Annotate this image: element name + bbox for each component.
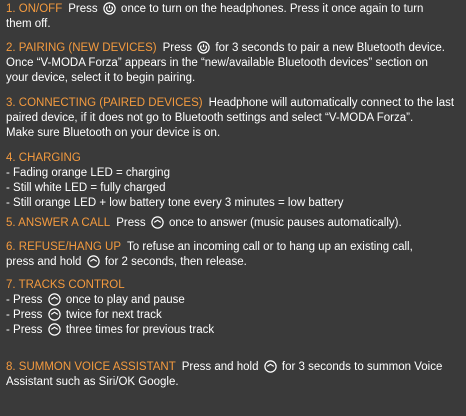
list-item-prefix: - Press (6, 309, 43, 321)
list-item: - Press once to play and pause (6, 293, 458, 308)
section-text: once to answer (music pauses automatical… (169, 217, 402, 229)
section-heading: 3. CONNECTING (PAIRED DEVICES) (6, 97, 203, 109)
list-item-prefix: - Press (6, 324, 43, 336)
multifunction-button-icon (47, 308, 61, 321)
section-heading: 1. ON/OFF (6, 3, 63, 15)
list-item: - Press twice for next track (6, 308, 458, 323)
section-text: Press (116, 217, 146, 229)
multifunction-button-icon (47, 323, 61, 336)
section-refuse-hang-up: 6. REFUSE/HANG UP To refuse an incoming c… (6, 240, 458, 270)
list-item: - Press three times for previous track (6, 323, 458, 338)
section-text: for 3 seconds to pair a new Bluetooth de… (215, 42, 445, 54)
section-text: Press (68, 3, 98, 15)
section-tracks-control: 7. TRACKS CONTROL - Press once to play a… (6, 278, 458, 338)
section-text: your device, select it to begin pairing. (6, 72, 196, 84)
section-heading: 7. TRACKS CONTROL (6, 279, 125, 291)
section-text: for 2 seconds, then release. (104, 256, 247, 268)
section-text: Headphone will automatically connect to … (208, 97, 455, 109)
section-text: paired device, if it does not go to Blue… (6, 112, 414, 124)
section-pairing: 2. PAIRING (NEW DEVICES) Press for 3 seco… (6, 41, 458, 86)
section-text: Make sure Bluetooth on your device is on… (6, 127, 221, 139)
section-heading: 4. CHARGING (6, 152, 81, 164)
multifunction-button-icon (151, 216, 164, 229)
section-text: for 3 seconds to summon Voice (281, 361, 443, 373)
section-charging: 4. CHARGING - Fading orange LED = chargi… (6, 151, 458, 211)
section-text: Once “V-MODA Forza” appears in the “new/… (6, 57, 428, 69)
section-text: Press (162, 42, 192, 54)
power-button-icon (197, 41, 210, 54)
section-heading: 5. ANSWER A CALL (6, 217, 111, 229)
section-heading: 2. PAIRING (NEW DEVICES) (6, 42, 157, 54)
list-item-prefix: - Press (6, 294, 43, 306)
section-answer-call: 5. ANSWER A CALL Press once to answer (mu… (6, 216, 458, 231)
section-text: once to turn on the headphones. Press it… (121, 3, 424, 15)
section-heading: 6. REFUSE/HANG UP (6, 241, 122, 253)
section-connecting: 3. CONNECTING (PAIRED DEVICES) Headphone … (6, 96, 458, 141)
list-item: - Still orange LED + low battery tone ev… (6, 197, 344, 209)
list-item-text: twice for next track (65, 309, 162, 321)
section-on-off: 1. ON/OFF Press once to turn on the headp… (6, 2, 458, 32)
section-text: Press and hold (181, 361, 259, 373)
list-item-text: once to play and pause (65, 294, 185, 306)
section-text: them off. (6, 18, 51, 30)
section-text: press and hold (6, 256, 82, 268)
section-text: To refuse an incoming call or to hang up… (127, 241, 413, 253)
multifunction-button-icon (263, 360, 277, 373)
multifunction-button-icon (86, 255, 100, 268)
list-item: - Still white LED = fully charged (6, 182, 166, 194)
list-item: - Fading orange LED = charging (6, 167, 170, 179)
multifunction-button-icon (47, 293, 61, 306)
instruction-sheet: 1. ON/OFF Press once to turn on the headp… (0, 0, 466, 416)
section-text: Assistant such as Siri/OK Google. (6, 376, 179, 388)
power-button-icon (103, 2, 116, 15)
section-voice-assistant: 8. SUMMON VOICE ASSISTANT Press and hold … (6, 360, 458, 390)
list-item-text: three times for previous track (65, 324, 215, 336)
section-heading: 8. SUMMON VOICE ASSISTANT (6, 361, 176, 373)
